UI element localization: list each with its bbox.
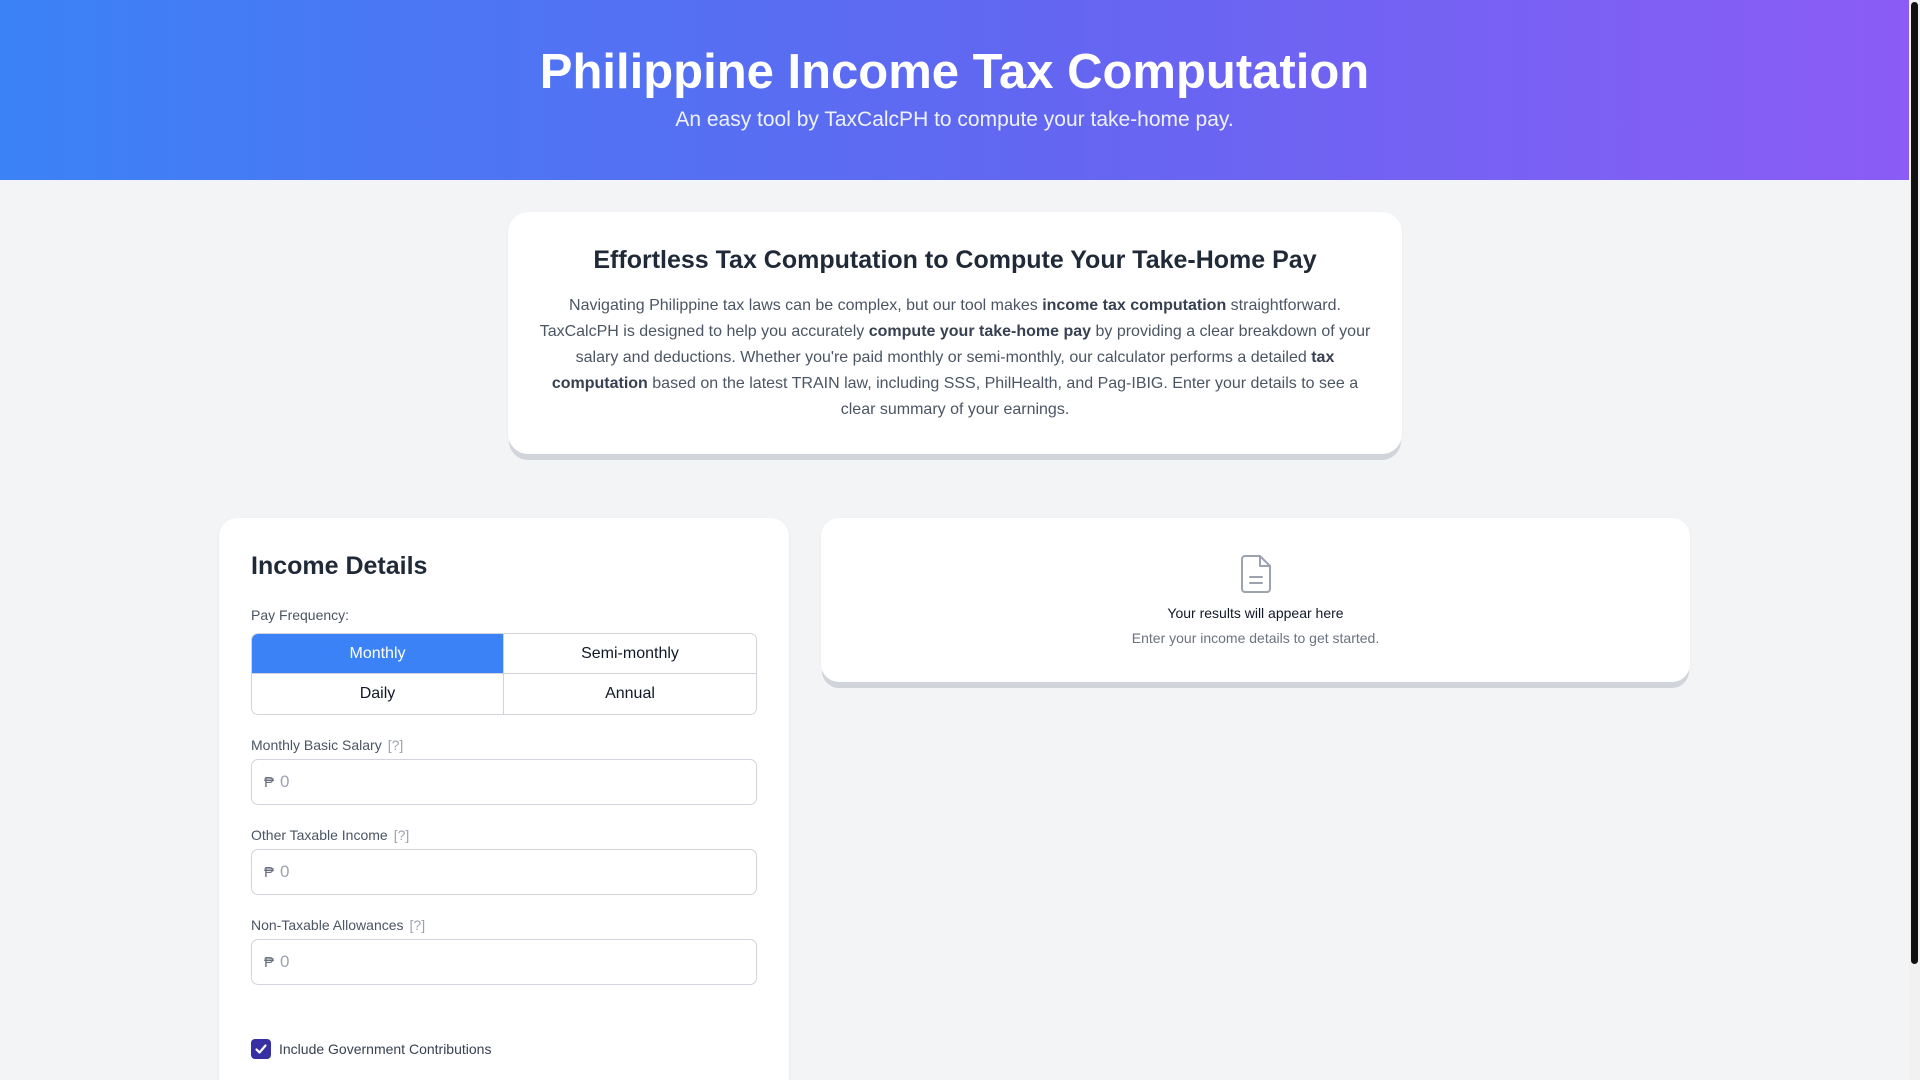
- basic-salary-input-wrap: ₱: [251, 759, 757, 805]
- results-card: Your results will appear here Enter your…: [821, 518, 1690, 682]
- basic-salary-label: Monthly Basic Salary: [251, 737, 382, 753]
- non-taxable-help[interactable]: [?]: [410, 917, 426, 933]
- intro-text-bold: income tax computation: [1042, 297, 1227, 314]
- income-details-heading: Income Details: [251, 552, 428, 580]
- non-taxable-input-wrap: ₱: [251, 939, 757, 985]
- basic-salary-input[interactable]: [280, 772, 741, 792]
- non-taxable-label: Non-Taxable Allowances: [251, 917, 404, 933]
- intro-heading: Effortless Tax Computation to Compute Yo…: [593, 246, 1317, 274]
- non-taxable-input[interactable]: [280, 952, 741, 972]
- frequency-option-daily[interactable]: Daily: [252, 674, 504, 714]
- frequency-option-annual[interactable]: Annual: [504, 674, 756, 714]
- income-details-card: Income Details Pay Frequency: Monthly Se…: [219, 518, 789, 1080]
- peso-sign: ₱: [264, 773, 275, 791]
- other-taxable-label: Other Taxable Income: [251, 827, 388, 843]
- other-taxable-help[interactable]: [?]: [394, 827, 410, 843]
- document-icon: [1240, 555, 1271, 593]
- page-scrollbar[interactable]: [1909, 0, 1920, 1080]
- results-placeholder-subtitle: Enter your income details to get started…: [1131, 630, 1380, 646]
- check-icon: [255, 1044, 267, 1054]
- pay-frequency-selector: Monthly Semi-monthly Daily Annual: [251, 633, 757, 715]
- scrollbar-thumb[interactable]: [1911, 2, 1918, 964]
- other-taxable-input[interactable]: [280, 862, 741, 882]
- pay-frequency-label: Pay Frequency:: [251, 607, 350, 623]
- peso-sign: ₱: [264, 953, 275, 971]
- intro-text-part: based on the latest TRAIN law, including…: [647, 375, 1359, 418]
- page: Philippine Income Tax Computation An eas…: [0, 0, 1909, 1080]
- page-subtitle: An easy tool by TaxCalcPH to compute you…: [675, 108, 1234, 131]
- hero-banner: Philippine Income Tax Computation An eas…: [0, 0, 1909, 180]
- intro-text-part: Navigating Philippine tax laws can be co…: [569, 297, 1043, 314]
- basic-salary-field: Monthly Basic Salary [?] ₱: [251, 737, 757, 805]
- peso-sign: ₱: [264, 863, 275, 881]
- basic-salary-help[interactable]: [?]: [388, 737, 404, 753]
- other-taxable-label-row: Other Taxable Income [?]: [251, 827, 757, 843]
- other-taxable-input-wrap: ₱: [251, 849, 757, 895]
- non-taxable-field: Non-Taxable Allowances [?] ₱: [251, 917, 757, 985]
- intro-text: Navigating Philippine tax laws can be co…: [538, 293, 1372, 423]
- page-title: Philippine Income Tax Computation: [539, 45, 1370, 99]
- gov-contributions-label[interactable]: Include Government Contributions: [279, 1041, 491, 1057]
- gov-contributions-row: Include Government Contributions: [251, 1039, 757, 1059]
- frequency-option-monthly[interactable]: Monthly: [252, 634, 504, 674]
- results-placeholder-title: Your results will appear here: [1167, 605, 1344, 621]
- basic-salary-label-row: Monthly Basic Salary [?]: [251, 737, 757, 753]
- intro-card: Effortless Tax Computation to Compute Yo…: [508, 212, 1402, 454]
- intro-text-bold: compute your take-home pay: [868, 323, 1092, 340]
- frequency-option-semi-monthly[interactable]: Semi-monthly: [504, 634, 756, 674]
- other-taxable-field: Other Taxable Income [?] ₱: [251, 827, 757, 895]
- gov-contributions-checkbox[interactable]: [251, 1039, 271, 1059]
- non-taxable-label-row: Non-Taxable Allowances [?]: [251, 917, 757, 933]
